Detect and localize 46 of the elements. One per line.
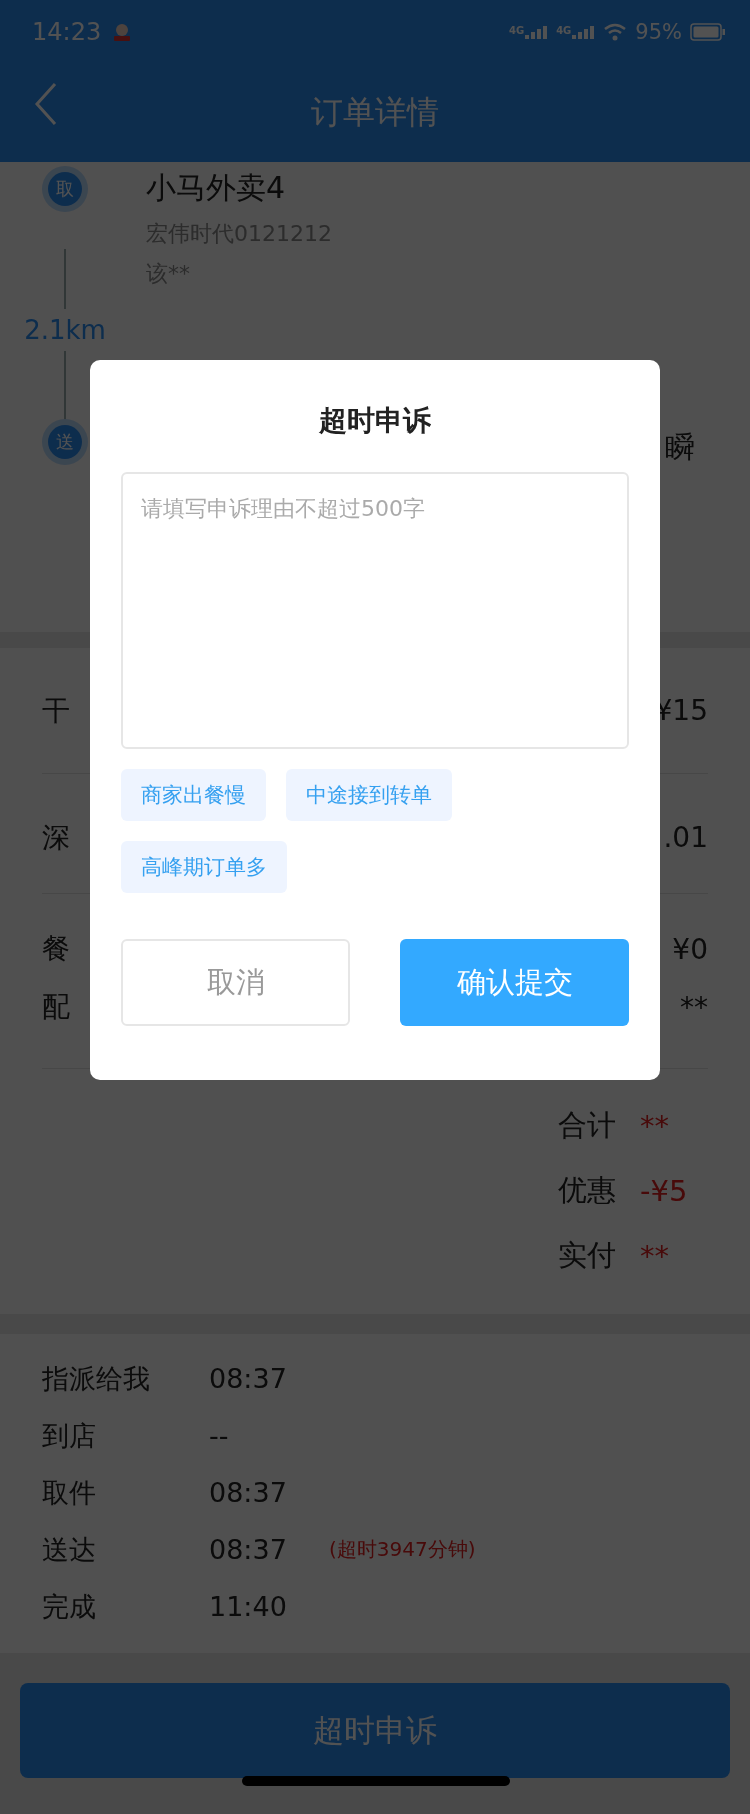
signal-icon: [571, 25, 596, 39]
timeline-time: --: [209, 1420, 230, 1451]
timeline-time: 08:37: [209, 1534, 288, 1565]
timeline-time: 11:40: [209, 1591, 288, 1622]
overtime-note: (超时3947分钟): [329, 1536, 476, 1563]
appeal-button[interactable]: 超时申诉: [20, 1683, 730, 1778]
back-button[interactable]: [34, 82, 58, 126]
total-value: -¥5: [640, 1173, 688, 1208]
fee-label: 餐: [42, 931, 70, 967]
item-name: 深: [42, 819, 70, 856]
confirm-button[interactable]: 确认提交: [400, 939, 629, 1026]
status-time: 14:23: [32, 18, 102, 46]
shop-name: 小马外卖4: [146, 169, 287, 207]
fee-label: 配: [42, 989, 70, 1025]
total-value: **: [640, 1108, 669, 1143]
timeline-label: 取件: [42, 1475, 97, 1510]
signal-icon: [524, 25, 549, 39]
reason-chip[interactable]: 商家出餐慢: [121, 769, 266, 821]
item-name: 干: [42, 692, 70, 729]
reason-field[interactable]: 请填写申诉理由不超过500字: [121, 472, 629, 749]
reason-chip[interactable]: 中途接到转单: [286, 769, 452, 821]
timeline-label: 到店: [42, 1418, 97, 1453]
timeline-label: 指派给我: [42, 1361, 151, 1396]
total-label: 实付: [558, 1236, 616, 1274]
fee-value: **: [680, 990, 708, 1024]
back-icon: [34, 82, 58, 126]
total-label: 优惠: [558, 1171, 616, 1209]
battery-percent: 95%: [635, 20, 682, 44]
reason-chip[interactable]: 高峰期订单多: [121, 841, 287, 893]
battery-icon: [690, 23, 726, 41]
network-type: 4G: [556, 25, 572, 36]
fee-value: ¥0: [672, 932, 708, 966]
timeline-label: 送达: [42, 1532, 97, 1567]
total-label: 合计: [558, 1106, 616, 1144]
customer-name: 瞬: [665, 428, 696, 466]
cancel-button[interactable]: 取消: [121, 939, 350, 1026]
network-type: 4G: [508, 25, 525, 36]
total-value: **: [640, 1238, 669, 1273]
timeline-label: 完成: [42, 1589, 97, 1624]
distance-label: 2.1km: [24, 315, 106, 345]
timeline-time: 08:37: [209, 1477, 288, 1508]
wifi-icon: [603, 22, 628, 42]
timeline-time: 08:37: [209, 1363, 288, 1394]
page-title: 订单详情: [311, 92, 439, 133]
item-price: .01: [663, 821, 708, 854]
dialog-title: 超时申诉: [318, 403, 432, 439]
